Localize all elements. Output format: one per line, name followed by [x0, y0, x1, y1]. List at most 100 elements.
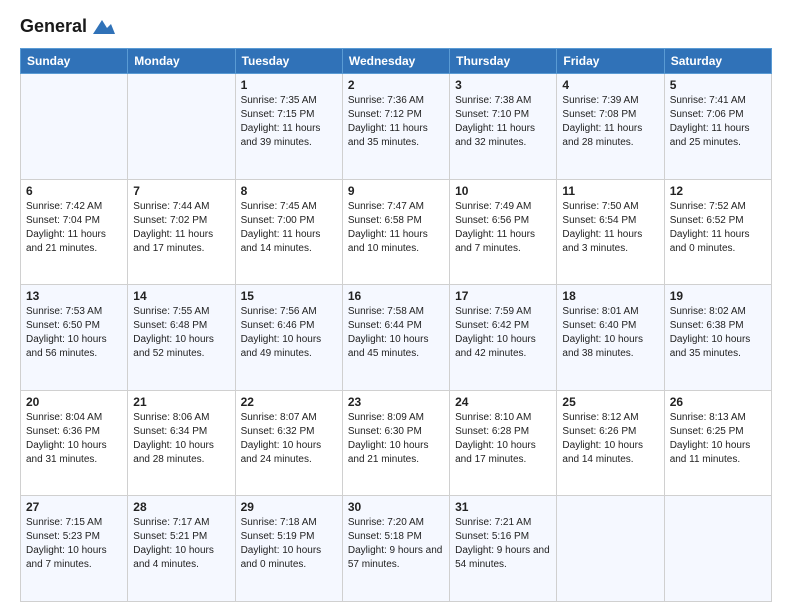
day-number: 6 — [26, 184, 122, 198]
day-number: 29 — [241, 500, 337, 514]
calendar-cell: 6 Sunrise: 7:42 AM Sunset: 7:04 PM Daylig… — [21, 179, 128, 285]
cell-details: Sunrise: 7:47 AM Sunset: 6:58 PM Dayligh… — [348, 200, 444, 256]
cell-details: Sunrise: 7:41 AM Sunset: 7:06 PM Dayligh… — [670, 94, 766, 150]
calendar-cell: 19 Sunrise: 8:02 AM Sunset: 6:38 PM Dayli… — [664, 285, 771, 391]
day-number: 28 — [133, 500, 229, 514]
cell-details: Sunrise: 7:20 AM Sunset: 5:18 PM Dayligh… — [348, 516, 444, 572]
calendar-cell: 29 Sunrise: 7:18 AM Sunset: 5:19 PM Dayli… — [235, 496, 342, 602]
calendar-cell: 20 Sunrise: 8:04 AM Sunset: 6:36 PM Dayli… — [21, 390, 128, 496]
logo: General — [20, 16, 115, 38]
day-number: 12 — [670, 184, 766, 198]
cell-details: Sunrise: 8:13 AM Sunset: 6:25 PM Dayligh… — [670, 411, 766, 467]
day-header-monday: Monday — [128, 49, 235, 74]
day-number: 31 — [455, 500, 551, 514]
cell-details: Sunrise: 7:15 AM Sunset: 5:23 PM Dayligh… — [26, 516, 122, 572]
day-number: 11 — [562, 184, 658, 198]
cell-details: Sunrise: 7:39 AM Sunset: 7:08 PM Dayligh… — [562, 94, 658, 150]
cell-details: Sunrise: 7:50 AM Sunset: 6:54 PM Dayligh… — [562, 200, 658, 256]
day-number: 1 — [241, 78, 337, 92]
calendar-cell: 14 Sunrise: 7:55 AM Sunset: 6:48 PM Dayli… — [128, 285, 235, 391]
day-number: 22 — [241, 395, 337, 409]
cell-details: Sunrise: 7:55 AM Sunset: 6:48 PM Dayligh… — [133, 305, 229, 361]
calendar-cell: 18 Sunrise: 8:01 AM Sunset: 6:40 PM Dayli… — [557, 285, 664, 391]
calendar-cell: 31 Sunrise: 7:21 AM Sunset: 5:16 PM Dayli… — [450, 496, 557, 602]
day-header-tuesday: Tuesday — [235, 49, 342, 74]
day-number: 17 — [455, 289, 551, 303]
cell-details: Sunrise: 8:07 AM Sunset: 6:32 PM Dayligh… — [241, 411, 337, 467]
cell-details: Sunrise: 7:56 AM Sunset: 6:46 PM Dayligh… — [241, 305, 337, 361]
cell-details: Sunrise: 8:06 AM Sunset: 6:34 PM Dayligh… — [133, 411, 229, 467]
cell-details: Sunrise: 7:42 AM Sunset: 7:04 PM Dayligh… — [26, 200, 122, 256]
day-number: 18 — [562, 289, 658, 303]
calendar-cell: 12 Sunrise: 7:52 AM Sunset: 6:52 PM Dayli… — [664, 179, 771, 285]
calendar-cell — [21, 74, 128, 180]
calendar-cell: 7 Sunrise: 7:44 AM Sunset: 7:02 PM Daylig… — [128, 179, 235, 285]
calendar-cell: 17 Sunrise: 7:59 AM Sunset: 6:42 PM Dayli… — [450, 285, 557, 391]
calendar-cell — [557, 496, 664, 602]
calendar-cell: 13Sunrise: 7:53 AM Sunset: 6:50 PM Dayli… — [21, 285, 128, 391]
cell-details: Sunrise: 8:04 AM Sunset: 6:36 PM Dayligh… — [26, 411, 122, 467]
calendar-cell: 23Sunrise: 8:09 AM Sunset: 6:30 PM Dayli… — [342, 390, 449, 496]
day-number: 19 — [670, 289, 766, 303]
logo-text: General — [20, 16, 115, 38]
cell-details: Sunrise: 7:38 AM Sunset: 7:10 PM Dayligh… — [455, 94, 551, 150]
day-number: 14 — [133, 289, 229, 303]
day-number: 20 — [26, 395, 122, 409]
cell-details: Sunrise: 7:17 AM Sunset: 5:21 PM Dayligh… — [133, 516, 229, 572]
day-number: 30 — [348, 500, 444, 514]
calendar-cell: 15Sunrise: 7:56 AM Sunset: 6:46 PM Dayli… — [235, 285, 342, 391]
day-number: 2 — [348, 78, 444, 92]
calendar-cell — [664, 496, 771, 602]
day-number: 3 — [455, 78, 551, 92]
calendar-cell: 8Sunrise: 7:45 AM Sunset: 7:00 PM Daylig… — [235, 179, 342, 285]
cell-details: Sunrise: 8:09 AM Sunset: 6:30 PM Dayligh… — [348, 411, 444, 467]
day-number: 9 — [348, 184, 444, 198]
day-header-wednesday: Wednesday — [342, 49, 449, 74]
calendar-cell: 2 Sunrise: 7:36 AM Sunset: 7:12 PM Daylig… — [342, 74, 449, 180]
day-number: 4 — [562, 78, 658, 92]
cell-details: Sunrise: 7:52 AM Sunset: 6:52 PM Dayligh… — [670, 200, 766, 256]
day-number: 21 — [133, 395, 229, 409]
calendar-cell: 3 Sunrise: 7:38 AM Sunset: 7:10 PM Daylig… — [450, 74, 557, 180]
day-number: 27 — [26, 500, 122, 514]
cell-details: Sunrise: 7:35 AM Sunset: 7:15 PM Dayligh… — [241, 94, 337, 150]
calendar-cell: 4 Sunrise: 7:39 AM Sunset: 7:08 PM Daylig… — [557, 74, 664, 180]
calendar-cell: 10Sunrise: 7:49 AM Sunset: 6:56 PM Dayli… — [450, 179, 557, 285]
cell-details: Sunrise: 8:12 AM Sunset: 6:26 PM Dayligh… — [562, 411, 658, 467]
cell-details: Sunrise: 8:01 AM Sunset: 6:40 PM Dayligh… — [562, 305, 658, 361]
cell-details: Sunrise: 7:44 AM Sunset: 7:02 PM Dayligh… — [133, 200, 229, 256]
cell-details: Sunrise: 7:59 AM Sunset: 6:42 PM Dayligh… — [455, 305, 551, 361]
cell-details: Sunrise: 8:02 AM Sunset: 6:38 PM Dayligh… — [670, 305, 766, 361]
calendar-cell: 16 Sunrise: 7:58 AM Sunset: 6:44 PM Dayli… — [342, 285, 449, 391]
cell-details: Sunrise: 7:49 AM Sunset: 6:56 PM Dayligh… — [455, 200, 551, 256]
day-number: 24 — [455, 395, 551, 409]
calendar-cell: 26 Sunrise: 8:13 AM Sunset: 6:25 PM Dayli… — [664, 390, 771, 496]
calendar-cell: 27 Sunrise: 7:15 AM Sunset: 5:23 PM Dayli… — [21, 496, 128, 602]
calendar-cell: 1 Sunrise: 7:35 AM Sunset: 7:15 PM Daylig… — [235, 74, 342, 180]
calendar-table: SundayMondayTuesdayWednesdayThursdayFrid… — [20, 48, 772, 602]
day-number: 25 — [562, 395, 658, 409]
day-number: 16 — [348, 289, 444, 303]
calendar-cell: 22 Sunrise: 8:07 AM Sunset: 6:32 PM Dayli… — [235, 390, 342, 496]
calendar-cell: 28 Sunrise: 7:17 AM Sunset: 5:21 PM Dayli… — [128, 496, 235, 602]
cell-details: Sunrise: 7:36 AM Sunset: 7:12 PM Dayligh… — [348, 94, 444, 150]
day-header-saturday: Saturday — [664, 49, 771, 74]
calendar-cell: 5 Sunrise: 7:41 AM Sunset: 7:06 PM Daylig… — [664, 74, 771, 180]
day-header-sunday: Sunday — [21, 49, 128, 74]
calendar-cell: 24 Sunrise: 8:10 AM Sunset: 6:28 PM Dayli… — [450, 390, 557, 496]
cell-details: Sunrise: 7:45 AM Sunset: 7:00 PM Dayligh… — [241, 200, 337, 256]
cell-details: Sunrise: 7:18 AM Sunset: 5:19 PM Dayligh… — [241, 516, 337, 572]
cell-details: Sunrise: 7:58 AM Sunset: 6:44 PM Dayligh… — [348, 305, 444, 361]
day-number: 5 — [670, 78, 766, 92]
calendar-cell: 25 Sunrise: 8:12 AM Sunset: 6:26 PM Dayli… — [557, 390, 664, 496]
day-number: 26 — [670, 395, 766, 409]
day-number: 7 — [133, 184, 229, 198]
calendar-cell: 9 Sunrise: 7:47 AM Sunset: 6:58 PM Daylig… — [342, 179, 449, 285]
cell-details: Sunrise: 7:21 AM Sunset: 5:16 PM Dayligh… — [455, 516, 551, 572]
calendar-cell: 11 Sunrise: 7:50 AM Sunset: 6:54 PM Dayli… — [557, 179, 664, 285]
calendar-cell: 30 Sunrise: 7:20 AM Sunset: 5:18 PM Dayli… — [342, 496, 449, 602]
cell-details: Sunrise: 8:10 AM Sunset: 6:28 PM Dayligh… — [455, 411, 551, 467]
header: General — [20, 16, 772, 38]
page: General SundayMondayTuesdayWednesdayThur… — [0, 0, 792, 612]
calendar-cell: 21 Sunrise: 8:06 AM Sunset: 6:34 PM Dayli… — [128, 390, 235, 496]
